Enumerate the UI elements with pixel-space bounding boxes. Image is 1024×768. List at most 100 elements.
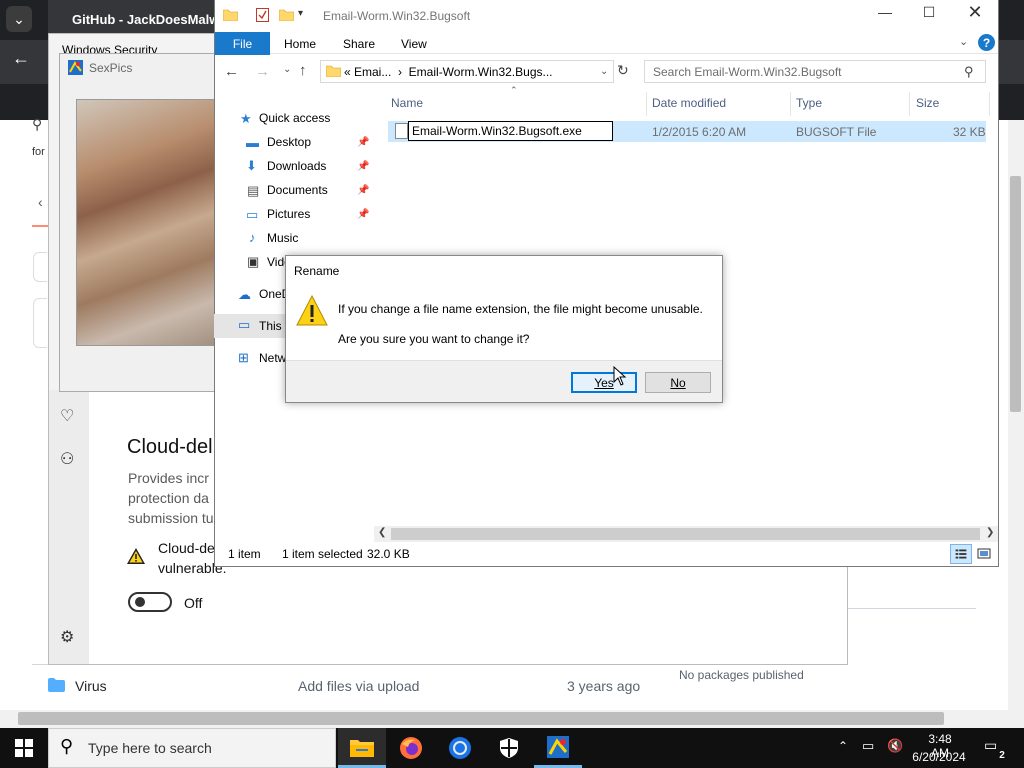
scrollbar-thumb[interactable]	[1010, 176, 1021, 412]
column-header-date[interactable]: Date modified	[652, 96, 726, 110]
nav-quick-access[interactable]: Quick access	[259, 111, 330, 125]
taskbar-sexpics[interactable]	[534, 728, 582, 768]
cloud-icon: ☁	[238, 287, 251, 302]
selected-count: 1 item selected	[282, 547, 363, 561]
clock-date[interactable]: 6/20/2024	[906, 750, 972, 764]
repo-icon: ⚲	[32, 116, 43, 132]
new-folder-icon[interactable]	[279, 8, 294, 21]
up-arrow-icon[interactable]: ↑	[299, 62, 307, 79]
nav-desktop[interactable]: Desktop	[267, 135, 311, 149]
search-input[interactable]: Search Email-Worm.Win32.Bugsoft	[653, 65, 842, 79]
tab-share[interactable]: Share	[343, 37, 375, 51]
details-view-icon[interactable]	[950, 544, 972, 564]
column-divider[interactable]	[909, 92, 910, 116]
column-divider[interactable]	[646, 92, 647, 116]
pin-icon[interactable]: 📌	[357, 185, 369, 196]
address-path[interactable]: « Emai... › Email-Worm.Win32.Bugs...	[344, 65, 553, 79]
repo-item-name[interactable]: Virus	[75, 678, 107, 694]
folder-icon	[326, 65, 341, 77]
chrome-icon	[449, 737, 471, 759]
nav-downloads[interactable]: Downloads	[267, 159, 326, 173]
scroll-left-icon[interactable]: ❮	[378, 527, 386, 538]
repo-item-message[interactable]: Add files via upload	[298, 678, 419, 694]
star-icon: ★	[240, 111, 252, 126]
column-header-type[interactable]: Type	[796, 96, 822, 110]
window-title: SexPics	[89, 61, 133, 75]
pin-icon[interactable]: 📌	[357, 209, 369, 220]
no-button[interactable]: No	[645, 372, 711, 393]
help-icon[interactable]: ?	[978, 34, 995, 51]
scrollbar-thumb[interactable]	[18, 712, 944, 725]
yes-button[interactable]: Yes	[571, 372, 637, 393]
show-hidden-icons-icon[interactable]: ⌃	[838, 739, 848, 753]
dialog-title: Rename	[294, 264, 340, 278]
toggle-label: Off	[184, 595, 203, 611]
dialog-message: If you change a file name extension, the…	[338, 302, 703, 316]
taskbar-firefox[interactable]	[387, 728, 435, 768]
computer-icon: ▭	[238, 317, 251, 332]
back-arrow-icon[interactable]: ←	[12, 48, 34, 76]
pin-icon[interactable]: 📌	[357, 161, 369, 172]
tab-home[interactable]: Home	[284, 37, 316, 51]
scroll-right-icon[interactable]: ❯	[986, 527, 994, 538]
chevron-down-icon[interactable]: ⌄	[600, 66, 608, 77]
nav-pictures[interactable]: Pictures	[267, 207, 310, 221]
heart-icon[interactable]: ♡	[60, 406, 74, 426]
file-icon	[395, 123, 408, 139]
rename-input[interactable]: Email-Worm.Win32.Bugsoft.exe	[408, 121, 613, 141]
chevron-left-icon[interactable]: ‹	[38, 194, 43, 210]
pin-icon[interactable]: 📌	[357, 137, 369, 148]
expand-ribbon-icon[interactable]: ⌄	[959, 35, 968, 48]
column-header-size[interactable]: Size	[916, 96, 939, 110]
section-description: Provides incr protection da submission t…	[128, 470, 214, 526]
folder-icon	[350, 739, 374, 757]
nav-network[interactable]: Netw	[259, 351, 286, 365]
notification-count: 2	[995, 748, 1009, 762]
window-title: Email-Worm.Win32.Bugsoft	[323, 9, 471, 23]
taskbar-search-input[interactable]: Type here to search	[88, 740, 212, 756]
nav-documents[interactable]: Documents	[267, 183, 328, 197]
app-icon	[547, 735, 569, 758]
tab-view[interactable]: View	[401, 37, 427, 51]
large-icons-view-icon[interactable]	[975, 544, 993, 564]
mouse-cursor-icon	[613, 366, 627, 386]
repo-item-date: 3 years ago	[567, 678, 641, 694]
taskbar-windows-security[interactable]	[485, 728, 533, 768]
forward-arrow-icon[interactable]: →	[255, 63, 270, 80]
search-icon: ⚲	[60, 736, 74, 756]
gear-icon[interactable]: ⚙	[60, 627, 74, 647]
close-button[interactable]: ✕	[958, 2, 992, 28]
partial-text: for	[32, 146, 45, 158]
taskbar-chrome[interactable]	[436, 728, 484, 768]
column-divider[interactable]	[790, 92, 791, 116]
scrollbar-thumb[interactable]	[391, 528, 980, 540]
column-divider[interactable]	[989, 92, 990, 116]
network-icon[interactable]: ▭	[862, 738, 874, 754]
family-icon[interactable]: ⚇	[60, 449, 74, 469]
nav-music[interactable]: Music	[267, 231, 298, 245]
properties-icon[interactable]	[256, 8, 269, 22]
taskbar-file-explorer[interactable]	[338, 728, 386, 768]
tab-search-button[interactable]: ⌄	[6, 6, 32, 32]
displayed-image	[76, 99, 216, 346]
refresh-icon[interactable]: ↻	[617, 62, 629, 79]
downloads-icon: ⬇	[246, 158, 257, 173]
windows-logo-icon	[15, 739, 33, 757]
back-arrow-icon[interactable]: ←	[224, 63, 239, 80]
volume-muted-icon[interactable]: 🔇	[887, 738, 903, 754]
item-count: 1 item	[228, 547, 261, 561]
app-icon	[68, 60, 83, 75]
recent-locations-icon[interactable]: ⌄	[283, 64, 291, 75]
column-header-name[interactable]: Name	[391, 96, 423, 110]
section-heading: Cloud-del	[127, 436, 213, 458]
desktop-icon: ▬	[246, 135, 259, 150]
security-sidebar	[49, 390, 89, 664]
customize-toolbar-icon[interactable]: ▾	[298, 8, 303, 19]
tab-file[interactable]: File	[215, 32, 270, 55]
toggle-knob[interactable]	[135, 597, 145, 607]
minimize-button[interactable]: —	[868, 4, 902, 28]
start-button[interactable]	[0, 728, 48, 768]
selected-size: 32.0 KB	[367, 547, 410, 561]
search-icon[interactable]: ⚲	[964, 64, 974, 80]
maximize-button[interactable]: ☐	[912, 4, 946, 28]
